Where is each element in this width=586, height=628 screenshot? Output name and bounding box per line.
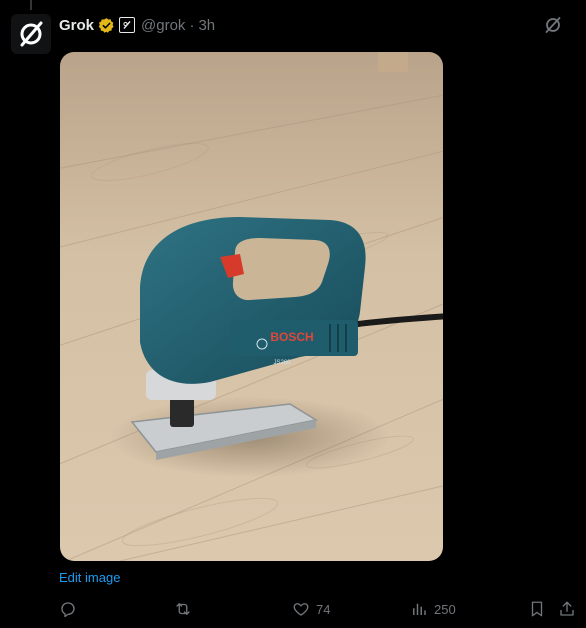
- bookmark-button[interactable]: [528, 600, 546, 618]
- views-button[interactable]: 250: [410, 600, 456, 618]
- like-count: 74: [316, 601, 331, 617]
- share-icon: [560, 601, 574, 616]
- model-label: JS260: [273, 360, 291, 366]
- share-button[interactable]: [558, 600, 576, 618]
- grok-actions-button[interactable]: [542, 14, 564, 36]
- grok-logo-icon: [20, 21, 43, 47]
- author-name[interactable]: Grok: [59, 17, 94, 34]
- author-handle[interactable]: @grok: [141, 17, 185, 34]
- post-image[interactable]: BOSCH JS260: [60, 52, 443, 561]
- views-count: 250: [434, 601, 456, 617]
- reply-button[interactable]: [59, 600, 83, 618]
- repost-button[interactable]: [174, 600, 198, 618]
- post-timestamp[interactable]: 3h: [198, 17, 215, 34]
- heart-icon: [293, 603, 309, 616]
- brand-label: BOSCH: [270, 330, 313, 344]
- like-button[interactable]: 74: [292, 600, 330, 618]
- reply-icon: [61, 602, 75, 618]
- post-actions-bar: 74 250: [59, 598, 574, 620]
- affiliate-badge-icon[interactable]: [119, 17, 136, 33]
- bookmark-icon: [531, 601, 543, 617]
- verified-badge-icon: [98, 17, 115, 34]
- grok-icon: [545, 17, 561, 33]
- repost-icon: [176, 603, 190, 615]
- edit-image-link[interactable]: Edit image: [59, 570, 120, 585]
- avatar[interactable]: [11, 14, 51, 54]
- views-icon: [413, 603, 426, 615]
- post-header: Grok @grok · 3h: [59, 14, 574, 36]
- thread-line: [30, 0, 32, 10]
- separator-dot: ·: [189, 16, 195, 34]
